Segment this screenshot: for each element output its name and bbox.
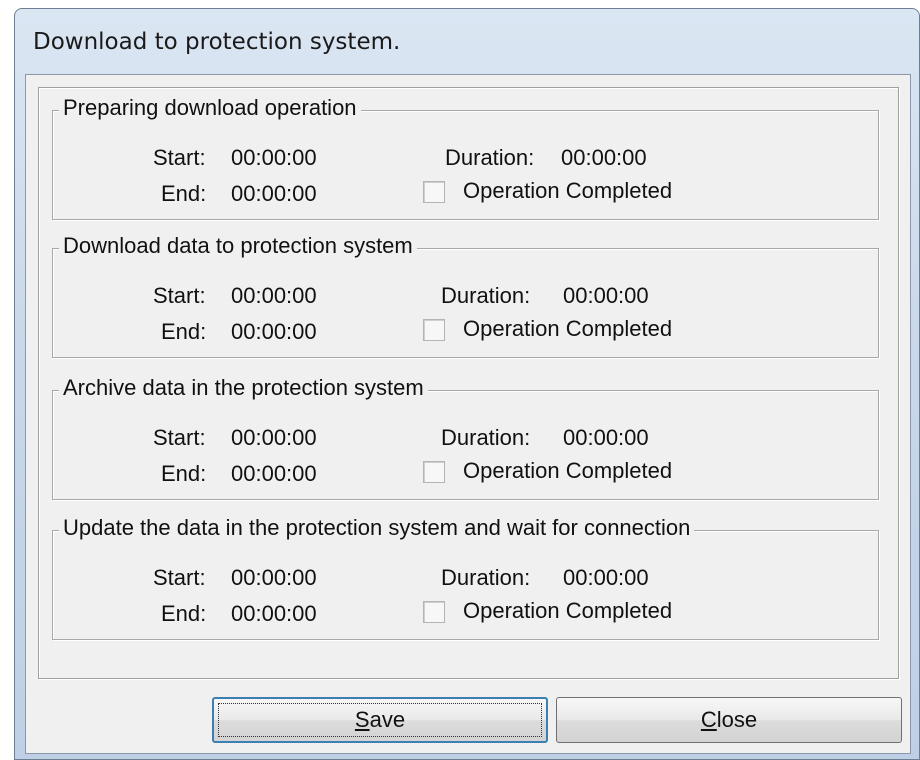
window-title: Download to protection system.	[33, 29, 401, 55]
duration-time: 00:00:00	[563, 283, 649, 308]
duration-time: 00:00:00	[561, 145, 647, 170]
end-time: 00:00:00	[231, 461, 317, 486]
operation-completed-checkbox[interactable]	[423, 601, 445, 623]
step-group-update: Update the data in the protection system…	[52, 515, 879, 640]
operation-completed-label: Operation Completed	[463, 458, 673, 483]
duration-label: Duration:	[441, 425, 531, 450]
save-button[interactable]: Save	[212, 697, 548, 743]
end-label: End:	[161, 461, 207, 486]
end-time: 00:00:00	[231, 181, 317, 206]
start-label: Start:	[153, 145, 206, 170]
operation-completed-label: Operation Completed	[463, 178, 673, 203]
end-time: 00:00:00	[231, 319, 317, 344]
steps-panel: Preparing download operation Start: 00:0…	[38, 87, 899, 679]
close-mnemonic: C	[700, 707, 717, 732]
start-time: 00:00:00	[231, 565, 317, 590]
duration-label: Duration:	[445, 145, 535, 170]
end-label: End:	[161, 601, 207, 626]
focus-ring	[218, 703, 542, 737]
start-label: Start:	[153, 425, 206, 450]
start-time: 00:00:00	[231, 425, 317, 450]
step-title: Archive data in the protection system	[59, 375, 428, 401]
start-label: Start:	[153, 565, 206, 590]
end-time: 00:00:00	[231, 601, 317, 626]
start-time: 00:00:00	[231, 283, 317, 308]
operation-completed-checkbox[interactable]	[423, 181, 445, 203]
duration-time: 00:00:00	[563, 565, 649, 590]
start-label: Start:	[153, 283, 206, 308]
operation-completed-checkbox[interactable]	[423, 461, 445, 483]
operation-completed-label: Operation Completed	[463, 598, 673, 623]
end-label: End:	[161, 181, 207, 206]
step-group-archive: Archive data in the protection system St…	[52, 375, 879, 500]
duration-label: Duration:	[441, 565, 531, 590]
duration-time: 00:00:00	[563, 425, 649, 450]
title-bar[interactable]: Download to protection system.	[15, 9, 919, 73]
step-title: Preparing download operation	[59, 95, 361, 121]
end-label: End:	[161, 319, 207, 344]
step-group-preparing: Preparing download operation Start: 00:0…	[52, 95, 879, 220]
step-title: Update the data in the protection system…	[59, 515, 695, 541]
dialog-client-area: Preparing download operation Start: 00:0…	[25, 74, 911, 754]
dialog-window: Download to protection system. Preparing…	[14, 8, 920, 760]
step-group-download: Download data to protection system Start…	[52, 233, 879, 358]
operation-completed-checkbox[interactable]	[423, 319, 445, 341]
operation-completed-label: Operation Completed	[463, 316, 673, 341]
duration-label: Duration:	[441, 283, 531, 308]
step-title: Download data to protection system	[59, 233, 417, 259]
close-button[interactable]: Close	[556, 697, 902, 743]
start-time: 00:00:00	[231, 145, 317, 170]
close-label: lose	[716, 707, 758, 732]
